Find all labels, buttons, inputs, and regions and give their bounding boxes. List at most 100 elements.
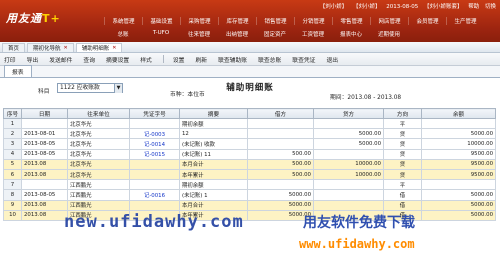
cell-voucher: [129, 199, 180, 211]
cell-date: 2013.08: [21, 199, 68, 211]
toolbar-button-11[interactable]: 退出: [326, 55, 338, 64]
menu-item-3[interactable]: 库存管理: [218, 17, 256, 25]
cell-bal: 9500.00: [421, 168, 496, 181]
report-subtab-bar: 报表: [0, 65, 500, 78]
table-row[interactable]: 1 北京华光 期初余额 平: [3, 117, 496, 130]
table-row[interactable]: 3 2013-08-05 北京华光 记-0014 (未记账) 收款 5000.00 贷 100…: [3, 138, 496, 150]
voucher-link[interactable]: 记-0003: [144, 132, 165, 138]
submenu-item-0[interactable]: 总账: [104, 30, 142, 38]
table-row[interactable]: 5 2013.08 北京华光 本月合计 500.00 10000.00 贷 9500.00: [3, 158, 496, 170]
cell-debit: [247, 117, 314, 130]
column-header: 往来单位: [67, 108, 130, 119]
chevron-down-icon[interactable]: ▼: [114, 84, 122, 93]
cell-n: 5: [3, 158, 22, 170]
cell-dir: 贷: [383, 158, 422, 170]
cell-n: 1: [3, 117, 22, 130]
watermark-url2: www.ufidawhy.com: [299, 237, 415, 251]
cell-voucher: 记-0015: [129, 148, 180, 160]
menu-item-5[interactable]: 分销管理: [294, 17, 332, 25]
cell-voucher: 记-0014: [129, 138, 180, 150]
cell-debit: 5000.00: [247, 199, 314, 211]
toolbar-button-0[interactable]: 打印: [4, 55, 16, 64]
column-header: 日期: [21, 108, 68, 119]
column-header: 借方: [247, 108, 314, 119]
cell-bal: [421, 179, 496, 191]
menu-item-1[interactable]: 基础设置: [142, 17, 180, 25]
cell-credit: [313, 179, 384, 191]
toolbar-button-9[interactable]: 联查总账: [258, 55, 281, 64]
cell-date: 2013-08-05: [21, 189, 68, 201]
tab-label: 期初化导航: [33, 45, 61, 52]
table-row[interactable]: 2 2013-08-01 北京华光 记-0003 12 5000.00 贷 5000.00: [3, 128, 496, 140]
date-label: 2013-08-05: [386, 4, 419, 10]
menu-item-0[interactable]: 系统管理: [104, 17, 142, 25]
menu-item-7[interactable]: 网店管理: [370, 17, 408, 25]
toolbar-button-10[interactable]: 联查凭证: [292, 55, 315, 64]
cell-summary: 期初余额: [179, 117, 248, 130]
user2-label: 【刘小娇】: [352, 4, 381, 10]
table-row[interactable]: 7 江西鹏光 期初余额 平: [3, 179, 496, 191]
table-row[interactable]: 6 2013.08 北京华光 本年累计 500.00 10000.00 贷 9500.00: [3, 168, 496, 181]
cell-n: 9: [3, 199, 22, 211]
tab-0[interactable]: 首页: [2, 42, 26, 52]
submenu-item-4[interactable]: 固定资产: [256, 30, 294, 38]
toolbar: 打印 导出 发送邮件 查询 摘要设置 样式 设置 刷新 联查辅助账 联查总账 联查凭证 退出: [0, 53, 500, 66]
cell-dir: 借: [383, 189, 422, 201]
app-logo: 用友通T+: [6, 12, 61, 25]
cell-unit: 北京华光: [67, 128, 130, 140]
cell-unit: 北京华光: [67, 148, 130, 160]
cell-summary: (未记账) 收款: [179, 138, 248, 150]
toolbar-button-6[interactable]: 设置: [173, 55, 185, 64]
menu-item-4[interactable]: 销售管理: [256, 17, 294, 25]
menu-item-8[interactable]: 会员管理: [408, 17, 446, 25]
table-row[interactable]: 4 2013-08-05 北京华光 记-0015 (未记账) 11 500.00 贷 9500…: [3, 148, 496, 160]
cell-credit: 5000.00: [313, 138, 384, 150]
close-icon[interactable]: ✕: [64, 45, 68, 51]
toolbar-button-8[interactable]: 联查辅助账: [218, 55, 247, 64]
table-row[interactable]: 8 2013-08-05 江西鹏光 记-0016 (未记账) 1 5000.00 借 5000…: [3, 189, 496, 201]
cell-voucher: 记-0003: [129, 128, 180, 140]
cell-date: [21, 117, 68, 130]
toolbar-button-7[interactable]: 刷新: [195, 55, 207, 64]
submenu-item-7[interactable]: 近期使用: [370, 30, 408, 38]
tab-report[interactable]: 报表: [4, 65, 32, 77]
submenu-item-5[interactable]: 工资管理: [294, 30, 332, 38]
cell-credit: 5000.00: [313, 128, 384, 140]
tab-2[interactable]: 辅助明细账 ✕: [75, 42, 123, 52]
toolbar-button-5[interactable]: 样式: [140, 55, 152, 64]
menu-item-9[interactable]: 生产管理: [446, 17, 484, 25]
submenu-item-3[interactable]: 出纳管理: [218, 30, 256, 38]
submenu-item-6[interactable]: 报表中心: [332, 30, 370, 38]
table-row[interactable]: 9 2013.08 江西鹏光 本月合计 5000.00 借 5000.00: [3, 199, 496, 211]
sub-menu: 总账 T-UFO 往来管理 出纳管理 固定资产 工资管理 报表中心 近期使用: [104, 30, 408, 38]
exit-link[interactable]: 切换: [485, 4, 496, 10]
toolbar-button-3[interactable]: 查询: [83, 55, 95, 64]
cell-date: 2013.08: [21, 158, 68, 170]
toolbar-button-2[interactable]: 发送邮件: [49, 55, 72, 64]
cell-date: 2013-08-05: [21, 148, 68, 160]
submenu-item-1[interactable]: T-UFO: [142, 30, 180, 38]
cell-n: 8: [3, 189, 22, 201]
menu-item-2[interactable]: 采购管理: [180, 17, 218, 25]
cell-summary: 本月合计: [179, 158, 248, 170]
cell-dir: 借: [383, 199, 422, 211]
cell-credit: [313, 199, 384, 211]
voucher-link[interactable]: 记-0014: [144, 142, 165, 148]
tab-1[interactable]: 期初化导航 ✕: [27, 42, 74, 52]
cell-summary: (未记账) 11: [179, 148, 248, 160]
close-icon[interactable]: ✕: [112, 45, 116, 51]
submenu-item-2[interactable]: 往来管理: [180, 30, 218, 38]
cell-summary: 12: [179, 128, 248, 140]
menu-item-6[interactable]: 零售管理: [332, 17, 370, 25]
toolbar-button-1[interactable]: 导出: [27, 55, 39, 64]
help-link[interactable]: 帮助: [468, 4, 479, 10]
voucher-link[interactable]: 记-0016: [144, 193, 165, 199]
voucher-link[interactable]: 记-0015: [144, 152, 165, 158]
cell-debit: 5000.00: [247, 189, 314, 201]
column-header: 方向: [383, 108, 422, 119]
cell-voucher: [129, 117, 180, 130]
table-header: 序号 日期 往来单位 凭证字号 摘要 借方 贷方 方向 余额: [3, 108, 496, 119]
cell-n: 7: [3, 179, 22, 191]
subject-select[interactable]: 1122 应收账款 ▼: [57, 83, 123, 93]
toolbar-button-4[interactable]: 摘要设置: [106, 55, 129, 64]
